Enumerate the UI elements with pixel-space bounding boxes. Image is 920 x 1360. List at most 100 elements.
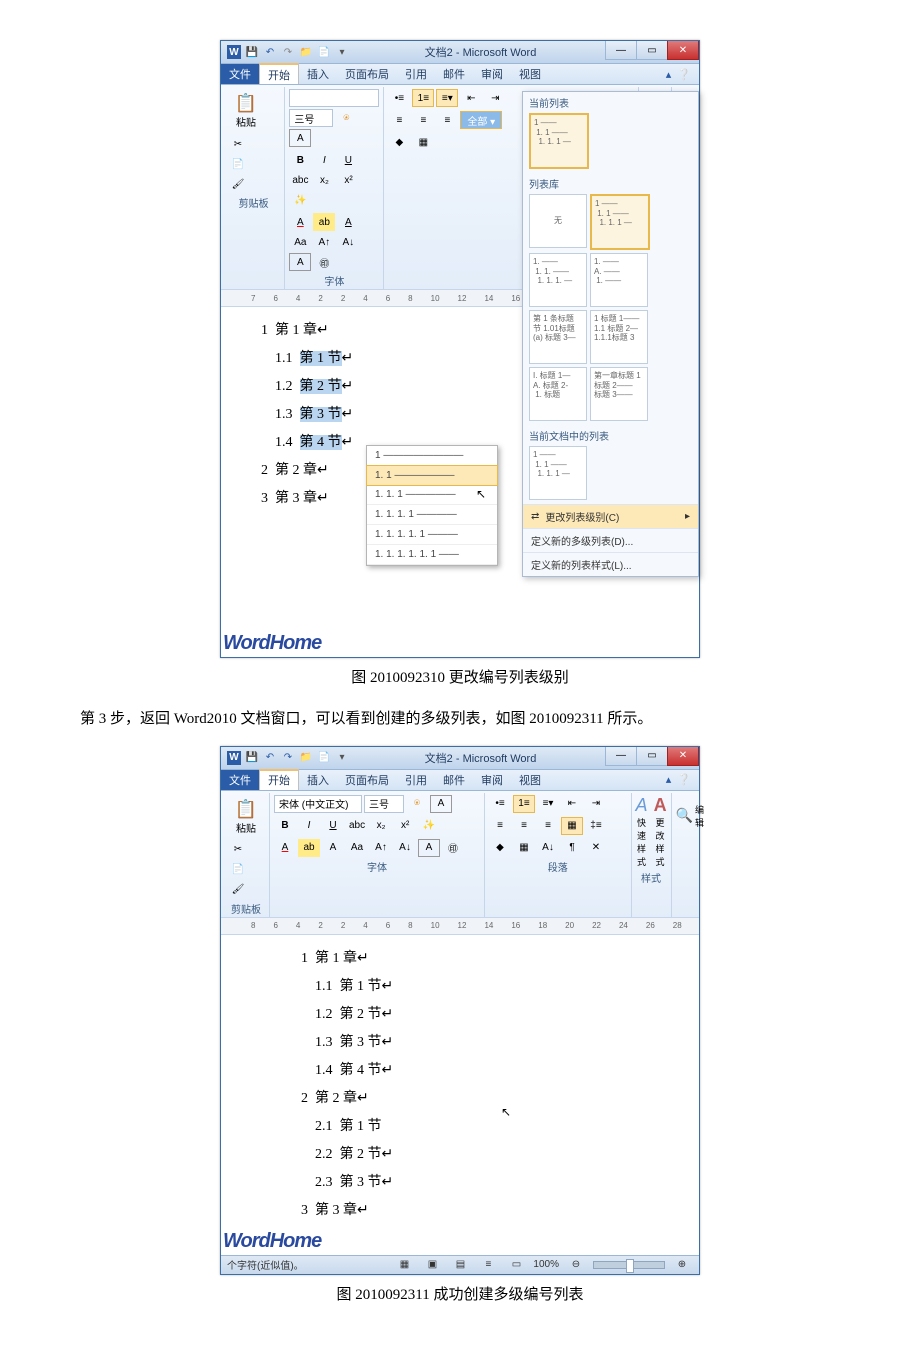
close-button[interactable]: ✕ (667, 747, 699, 766)
tab-references[interactable]: 引用 (397, 770, 435, 790)
sort-icon[interactable]: A↓ (537, 839, 559, 857)
borders-icon[interactable]: ▦ (513, 839, 535, 857)
find-icon[interactable]: 🔍 (676, 807, 693, 824)
font-name-box[interactable]: 宋体 (中文正文) (274, 795, 362, 813)
doc-line[interactable]: 1.1 第 1 节↵ (301, 973, 669, 1001)
folder-icon[interactable]: 📁 (299, 45, 313, 59)
subscript-button[interactable]: x₂ (370, 817, 392, 835)
italic-button[interactable]: I (313, 151, 335, 169)
qat-more-icon[interactable]: ▾ (335, 751, 349, 765)
list-swatch[interactable]: 1. —— 1. 1. —— 1. 1. 1. — (529, 253, 587, 307)
view-fullscreen-icon[interactable]: ▣ (421, 1256, 443, 1274)
folder-icon[interactable]: 📁 (299, 751, 313, 765)
minimize-ribbon-icon[interactable]: ▴ (666, 68, 672, 81)
tab-home[interactable]: 开始 (259, 63, 299, 84)
grow-font-icon[interactable]: A↑ (313, 233, 335, 251)
change-list-level-menu[interactable]: ⇄ 更改列表级别(C) ▸ (523, 504, 698, 528)
help-icon[interactable]: ❔ (677, 773, 691, 786)
align-right-icon[interactable]: ≡ (436, 111, 458, 129)
tab-view[interactable]: 视图 (511, 64, 549, 84)
view-print-layout-icon[interactable]: ▦ (393, 1256, 415, 1274)
copy-icon[interactable]: 📄 (227, 155, 249, 173)
undo-icon[interactable]: ↶ (263, 45, 277, 59)
doc-line[interactable]: 3 第 3 章↵ (301, 1197, 669, 1225)
tab-file[interactable]: 文件 (221, 770, 259, 790)
tab-insert[interactable]: 插入 (299, 64, 337, 84)
list-swatch[interactable]: 1 —— 1. 1 —— 1. 1. 1 — (590, 194, 650, 250)
italic-button[interactable]: I (298, 817, 320, 835)
font-size-box[interactable]: 三号 (289, 109, 333, 127)
underline-button[interactable]: U (337, 151, 359, 169)
doc-line[interactable]: 2.1 第 1 节 (301, 1113, 669, 1141)
highlight-icon[interactable]: ab (313, 213, 335, 231)
save-icon[interactable]: 💾 (245, 45, 259, 59)
minimize-button[interactable]: — (605, 747, 637, 766)
align-left-icon[interactable]: ≡ (489, 817, 511, 835)
redo-icon[interactable]: ↷ (281, 751, 295, 765)
superscript-button[interactable]: x² (337, 171, 359, 189)
font-color-icon[interactable]: A (289, 213, 311, 231)
tab-view[interactable]: 视图 (511, 770, 549, 790)
cut-icon[interactable]: ✂ (227, 841, 249, 859)
increase-indent-icon[interactable]: ⇥ (585, 795, 607, 813)
multilevel-list-icon[interactable]: ≡▾ (436, 89, 458, 107)
zoom-thumb[interactable] (626, 1259, 634, 1273)
list-swatch[interactable]: 1 标题 1—— 1.1 标题 2— 1.1.1标题 3 (590, 310, 648, 364)
tab-layout[interactable]: 页面布局 (337, 64, 397, 84)
list-swatch[interactable]: 第一章标题 1 标题 2—— 标题 3—— (590, 367, 648, 421)
decrease-indent-icon[interactable]: ⇤ (460, 89, 482, 107)
tab-review[interactable]: 审阅 (473, 64, 511, 84)
minimize-ribbon-icon[interactable]: ▴ (666, 773, 672, 786)
view-outline-icon[interactable]: ≡ (477, 1256, 499, 1274)
view-draft-icon[interactable]: ▭ (505, 1256, 527, 1274)
list-swatch[interactable]: I. 标题 1— A. 标题 2- 1. 标题 (529, 367, 587, 421)
clear-format-icon[interactable]: ⍟ (335, 109, 357, 127)
cut-icon[interactable]: ✂ (227, 135, 249, 153)
format-painter-icon[interactable]: 🖌 (227, 175, 249, 193)
define-new-list-style-menu[interactable]: 定义新的列表样式(L)... (523, 552, 698, 576)
multilevel-list-icon[interactable]: ≡▾ (537, 795, 559, 813)
grow-font-icon[interactable]: A↑ (370, 839, 392, 857)
bold-button[interactable]: B (274, 817, 296, 835)
font-size-box[interactable]: 三号 (364, 795, 404, 813)
doc-line[interactable]: 1.4 第 4 节↵ (301, 1057, 669, 1085)
phonetic-icon[interactable]: A (289, 129, 311, 147)
change-case-icon[interactable]: Aa (289, 233, 311, 251)
paste-button[interactable]: 📋 粘贴 (227, 89, 265, 133)
clear-format-icon[interactable]: ⍟ (406, 795, 428, 813)
horizontal-ruler[interactable]: 8642 2468 10121416 18202224 26283032 34 (221, 918, 699, 935)
new-icon[interactable]: 📄 (317, 45, 331, 59)
list-swatch[interactable]: 1 —— 1. 1 —— 1. 1. 1 — (529, 446, 587, 500)
tab-home[interactable]: 开始 (259, 769, 299, 790)
undo-icon[interactable]: ↶ (263, 751, 277, 765)
highlight-icon[interactable]: ab (298, 839, 320, 857)
help-icon[interactable]: ❔ (677, 68, 691, 81)
align-center-icon[interactable]: ≡ (513, 817, 535, 835)
superscript-button[interactable]: x² (394, 817, 416, 835)
enclose-char-icon[interactable]: ㊞ (442, 839, 464, 857)
zoom-value[interactable]: 100% (533, 1259, 559, 1270)
tab-insert[interactable]: 插入 (299, 770, 337, 790)
list-level-option[interactable]: 1. 1 —————— (366, 465, 498, 486)
enclose-char-icon[interactable]: ㊞ (313, 253, 335, 271)
numbering-icon[interactable]: 1≡ (513, 795, 535, 813)
define-new-multilevel-menu[interactable]: 定义新的多级列表(D)... (523, 528, 698, 552)
zoom-in-button[interactable]: ⊕ (671, 1256, 693, 1274)
list-level-option[interactable]: 1. 1. 1. 1. 1 ——— (367, 525, 497, 545)
strikethrough-button[interactable]: abc (289, 171, 311, 189)
decrease-indent-icon[interactable]: ⇤ (561, 795, 583, 813)
align-right-icon[interactable]: ≡ (537, 817, 559, 835)
font-name-box[interactable] (289, 89, 379, 107)
quick-styles-icon[interactable]: A (636, 795, 648, 816)
format-painter-icon[interactable]: 🖌 (227, 881, 249, 899)
align-left-icon[interactable]: ≡ (388, 111, 410, 129)
shrink-font-icon[interactable]: A↓ (394, 839, 416, 857)
qat-more-icon[interactable]: ▾ (335, 45, 349, 59)
doc-line[interactable]: 1 第 1 章↵ (301, 945, 669, 973)
subscript-button[interactable]: x₂ (313, 171, 335, 189)
doc-line[interactable]: 1.2 第 2 节↵ (301, 1001, 669, 1029)
char-shading-icon[interactable]: A (322, 839, 344, 857)
numbering-icon[interactable]: 1≡ (412, 89, 434, 107)
shading-icon[interactable]: ◆ (388, 133, 410, 151)
char-border-icon[interactable]: A (418, 839, 440, 857)
